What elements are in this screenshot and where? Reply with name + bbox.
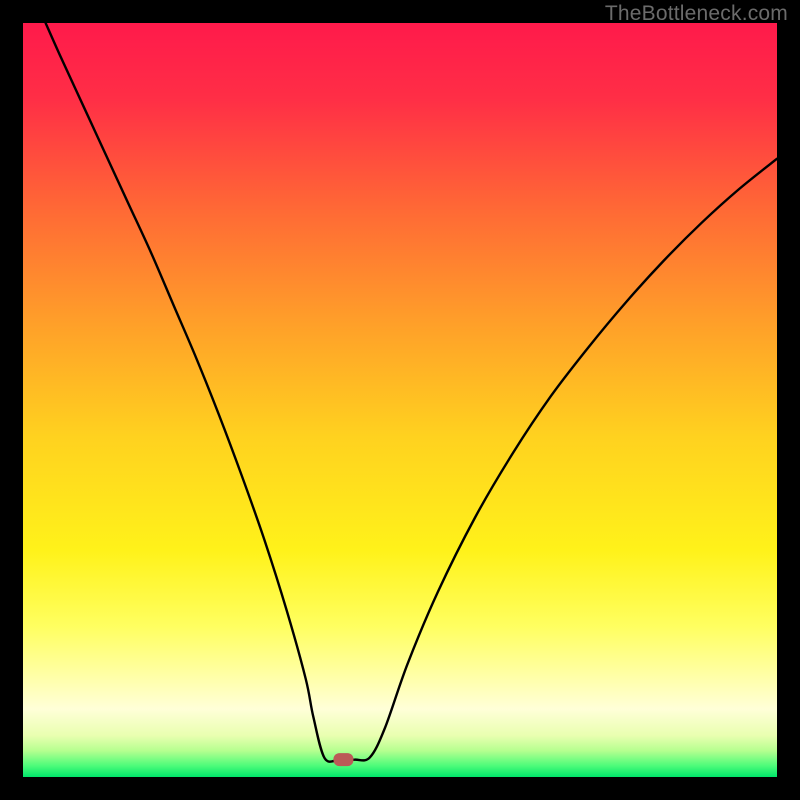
chart-plot-area [23,23,777,777]
optimal-point-marker [333,753,353,766]
watermark-text: TheBottleneck.com [605,2,788,26]
chart-frame: TheBottleneck.com [0,0,800,800]
chart-svg [23,23,777,777]
chart-background [23,23,777,777]
